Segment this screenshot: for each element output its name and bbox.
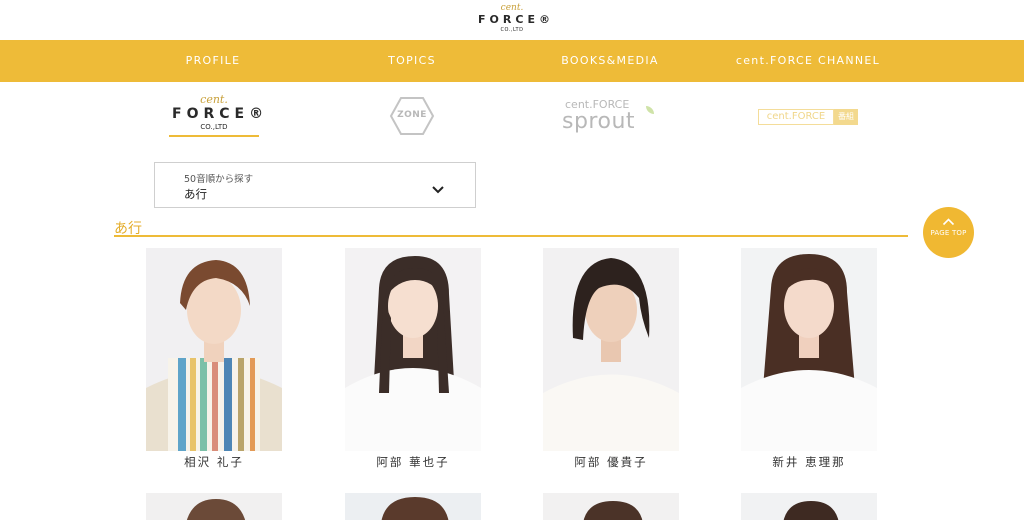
page-top-label: PAGE TOP bbox=[930, 229, 967, 237]
page-top-button[interactable]: PAGE TOP bbox=[923, 207, 974, 258]
main-nav: PROFILE TOPICS BOOKS&MEDIA cent.FORCE CH… bbox=[0, 40, 1024, 82]
talent-photo bbox=[741, 248, 877, 451]
site-logo[interactable]: cent. FORCE® CO.,LTD bbox=[0, 0, 1024, 40]
brand-centforce-link[interactable]: cent. FORCE® CO.,LTD bbox=[168, 93, 269, 140]
brand-zone-link[interactable]: ZONE bbox=[389, 96, 435, 136]
syllabary-select[interactable]: 50音順から探す あ行 bbox=[154, 162, 476, 208]
talent-card-partial[interactable] bbox=[146, 493, 282, 520]
logo-cent-text: cent. bbox=[500, 3, 524, 13]
logo-co-text: CO.,LTD bbox=[500, 27, 524, 33]
nav-item-profile[interactable]: PROFILE bbox=[163, 40, 263, 82]
talent-photo bbox=[146, 493, 282, 520]
talent-card-partial[interactable] bbox=[741, 493, 877, 520]
talent-card-partial[interactable] bbox=[345, 493, 481, 520]
brand-sprout-link[interactable]: cent.FORCE sprout bbox=[562, 98, 658, 134]
syllabary-select-value: あ行 bbox=[184, 187, 207, 201]
talent-name: 相沢 礼子 bbox=[184, 455, 244, 469]
talent-card-partial[interactable] bbox=[543, 493, 679, 520]
brand-channel-link[interactable]: cent.FORCE 番組 bbox=[758, 108, 860, 126]
brand-zone-label: ZONE bbox=[397, 110, 427, 120]
talent-name: 阿部 華也子 bbox=[376, 455, 450, 469]
talent-photo bbox=[146, 248, 282, 451]
chevron-down-icon bbox=[432, 186, 444, 194]
brand-centforce-co: CO.,LTD bbox=[200, 123, 228, 131]
talent-photo bbox=[543, 248, 679, 451]
brand-channel-badge: 番組 bbox=[834, 109, 858, 125]
talent-photo bbox=[741, 493, 877, 520]
nav-item-channel[interactable]: cent.FORCE CHANNEL bbox=[728, 40, 888, 82]
chevron-up-icon bbox=[942, 218, 955, 226]
brand-active-underline bbox=[169, 135, 259, 137]
nav-item-topics[interactable]: TOPICS bbox=[362, 40, 462, 82]
brand-centforce-force: FORCE® bbox=[172, 106, 269, 122]
syllabary-select-label: 50音順から探す bbox=[184, 174, 254, 185]
logo-force-text: FORCE® bbox=[478, 13, 554, 26]
talent-photo bbox=[345, 493, 481, 520]
section-divider bbox=[114, 235, 908, 237]
nav-item-books-media[interactable]: BOOKS&MEDIA bbox=[545, 40, 675, 82]
talent-photo bbox=[345, 248, 481, 451]
talent-name: 新井 恵理那 bbox=[772, 455, 846, 469]
brand-sprout-main: sprout bbox=[562, 109, 636, 134]
talent-name: 阿部 優貴子 bbox=[574, 455, 648, 469]
talent-photo bbox=[543, 493, 679, 520]
brand-centforce-cent: cent. bbox=[200, 93, 228, 106]
brand-channel-text: cent.FORCE bbox=[758, 109, 834, 125]
